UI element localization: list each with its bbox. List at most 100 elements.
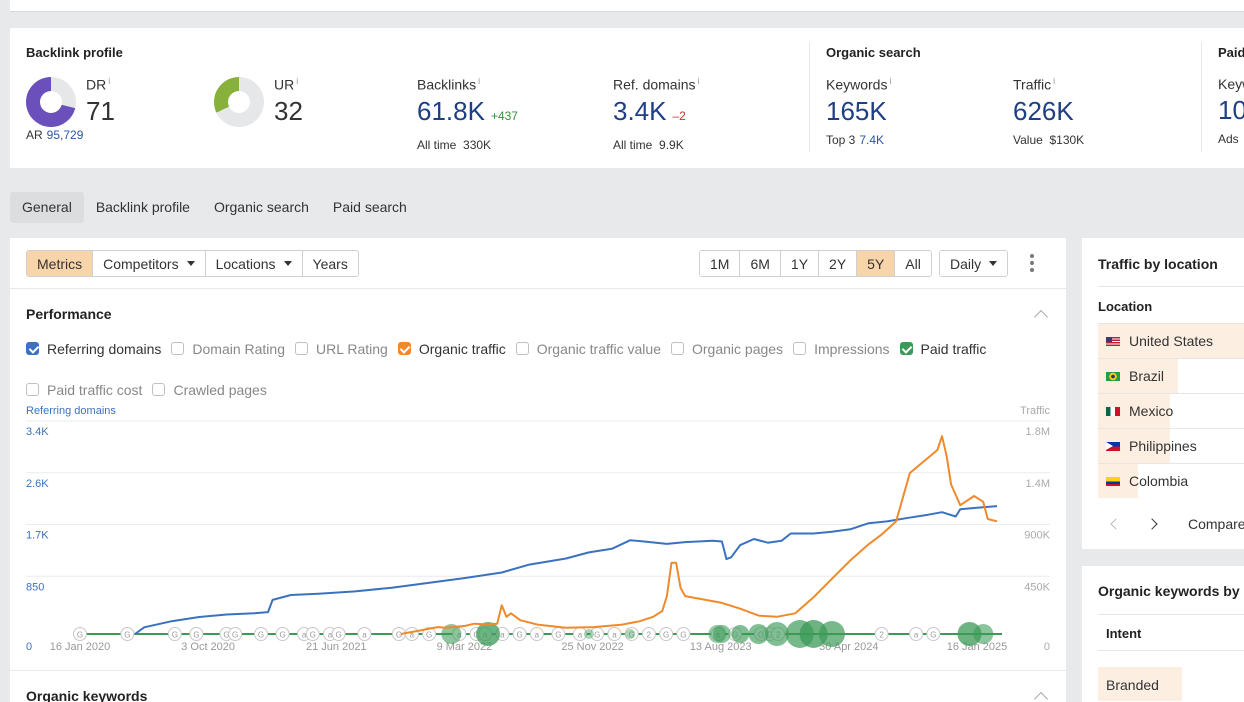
event-marker-label: G (335, 631, 341, 640)
event-marker-label: G (555, 631, 561, 640)
locations-dropdown[interactable]: Locations (204, 251, 302, 276)
ref-domains-delta: –2 (672, 108, 686, 123)
location-row[interactable]: Colombia (1098, 463, 1244, 498)
event-marker-label: G (77, 631, 83, 640)
tab-backlink-profile[interactable]: Backlink profile (84, 192, 202, 223)
ads-label: Ads (1218, 132, 1239, 146)
range-6m-button[interactable]: 6M (739, 251, 780, 276)
checkbox-unchecked-icon[interactable] (26, 383, 39, 396)
location-name[interactable]: Colombia (1129, 473, 1188, 489)
competitors-dropdown[interactable]: Competitors (92, 251, 205, 276)
info-icon[interactable]: i (296, 76, 298, 86)
checkbox-checked-icon[interactable] (397, 342, 411, 355)
divider (1098, 614, 1244, 615)
checkbox-organic-traffic[interactable]: Organic traffic (397, 340, 506, 357)
metrics-button[interactable]: Metrics (27, 251, 93, 276)
checkbox-unchecked-icon[interactable] (171, 342, 185, 355)
info-icon[interactable]: i (889, 76, 891, 86)
checkbox-paid-traffic[interactable]: Paid traffic (899, 340, 986, 357)
location-name[interactable]: United States (1129, 333, 1213, 349)
event-marker-label: a (535, 631, 540, 640)
x-tick: 16 Jan 2020 (50, 641, 111, 653)
checkbox-impressions[interactable]: Impressions (793, 340, 890, 357)
top3-label: Top 3 (826, 132, 856, 147)
paid-traffic-bubble (712, 625, 731, 643)
caret-down-icon (186, 261, 195, 266)
organic-keywords-title: Organic keywords (26, 688, 148, 702)
checkbox-unchecked-icon[interactable] (793, 342, 807, 355)
checkbox-label: Paid traffic cost (47, 381, 143, 398)
tab-paid-search[interactable]: Paid search (321, 192, 419, 223)
checkbox-label: Organic pages (692, 340, 784, 357)
divider (1201, 42, 1202, 152)
compare-button[interactable]: Compare (1188, 516, 1244, 532)
range-5y-button[interactable]: 5Y (856, 251, 895, 276)
summary-panel: Backlink profile DR i 71 AR 95,729 UR i 32 … (10, 28, 1244, 168)
checkbox-unchecked-icon[interactable] (295, 342, 308, 355)
ur-label: UR (274, 76, 295, 93)
range-1m-button[interactable]: 1M (700, 251, 740, 276)
intent-row-branded[interactable]: Branded (1098, 667, 1182, 701)
performance-panel: Metrics Competitors Locations Years 1M 6… (10, 238, 1066, 702)
interval-label: Daily (950, 255, 982, 272)
checkbox-url-rating[interactable]: URL Rating (295, 340, 388, 357)
intent-column-header: Intent (1106, 626, 1142, 641)
checkbox-unchecked-icon[interactable] (671, 342, 684, 355)
more-options-icon[interactable] (1028, 254, 1036, 272)
info-icon[interactable]: i (478, 76, 480, 86)
range-1y-button[interactable]: 1Y (779, 251, 819, 276)
backlinks-value[interactable]: 61.8K (417, 96, 485, 126)
interval-dropdown[interactable]: Daily (939, 250, 1009, 277)
checkbox-checked-icon[interactable] (26, 342, 39, 355)
location-name[interactable]: Philippines (1129, 438, 1197, 454)
chevron-left-icon[interactable] (1110, 518, 1122, 530)
y-right-tick: 1.8M (1026, 426, 1050, 438)
dr-label: DR (86, 76, 107, 93)
location-name[interactable]: Mexico (1129, 403, 1173, 419)
location-row[interactable]: Philippines (1098, 428, 1244, 463)
checkbox-unchecked-icon[interactable] (515, 342, 529, 355)
location-row[interactable]: Brazil (1098, 358, 1244, 393)
location-name[interactable]: Brazil (1129, 368, 1164, 384)
collapse-chevron-icon[interactable] (1033, 309, 1049, 325)
traffic-value-amount: $130K (1049, 132, 1085, 147)
checkbox-referring-domains[interactable]: Referring domains (26, 340, 161, 357)
checkbox-label: URL Rating (316, 340, 388, 357)
checkbox-crawled-pages[interactable]: Crawled pages (152, 381, 267, 398)
range-all-button[interactable]: All (894, 251, 931, 276)
range-2y-button[interactable]: 2Y (818, 251, 857, 276)
divider (10, 288, 1066, 289)
location-row[interactable]: United States (1098, 323, 1244, 358)
series-line-referring-domains (134, 505, 998, 635)
info-icon[interactable]: i (697, 76, 699, 86)
ref-domains-value[interactable]: 3.4K (613, 96, 667, 126)
paid-keywords-value[interactable]: 10 (1218, 96, 1244, 124)
checkbox-organic-traffic-value[interactable]: Organic traffic value (515, 340, 661, 357)
keywords-value[interactable]: 165K (826, 97, 891, 125)
info-icon[interactable]: i (108, 76, 110, 86)
checkbox-paid-traffic-cost[interactable]: Paid traffic cost (26, 381, 142, 398)
checkbox-domain-rating[interactable]: Domain Rating (171, 340, 285, 357)
event-marker-label: a (500, 631, 505, 640)
chevron-right-icon[interactable] (1146, 518, 1158, 530)
top3-value[interactable]: 7.4K (859, 133, 884, 147)
years-button[interactable]: Years (301, 251, 358, 276)
y-left-tick: 2.6K (26, 478, 49, 490)
top-bar (10, 0, 1244, 12)
traffic-by-location-panel: Traffic by location Location United Stat… (1082, 238, 1244, 549)
tab-organic-search[interactable]: Organic search (202, 192, 321, 223)
tab-general[interactable]: General (10, 192, 84, 223)
paid-search-title: Paid (1218, 45, 1244, 60)
checkbox-label: Organic traffic value (536, 340, 661, 357)
dr-donut-chart (26, 77, 76, 127)
checkbox-organic-pages[interactable]: Organic pages (671, 340, 783, 357)
location-row[interactable]: Mexico (1098, 393, 1244, 428)
checkbox-checked-icon[interactable] (899, 342, 913, 355)
divider (1098, 286, 1244, 287)
y-right-tick: 900K (1024, 530, 1050, 542)
collapse-chevron-icon[interactable] (1033, 691, 1049, 702)
traffic-value[interactable]: 626K (1013, 97, 1084, 125)
checkbox-unchecked-icon[interactable] (152, 383, 166, 396)
ar-value[interactable]: 95,729 (47, 128, 84, 142)
info-icon[interactable]: i (1053, 76, 1055, 86)
